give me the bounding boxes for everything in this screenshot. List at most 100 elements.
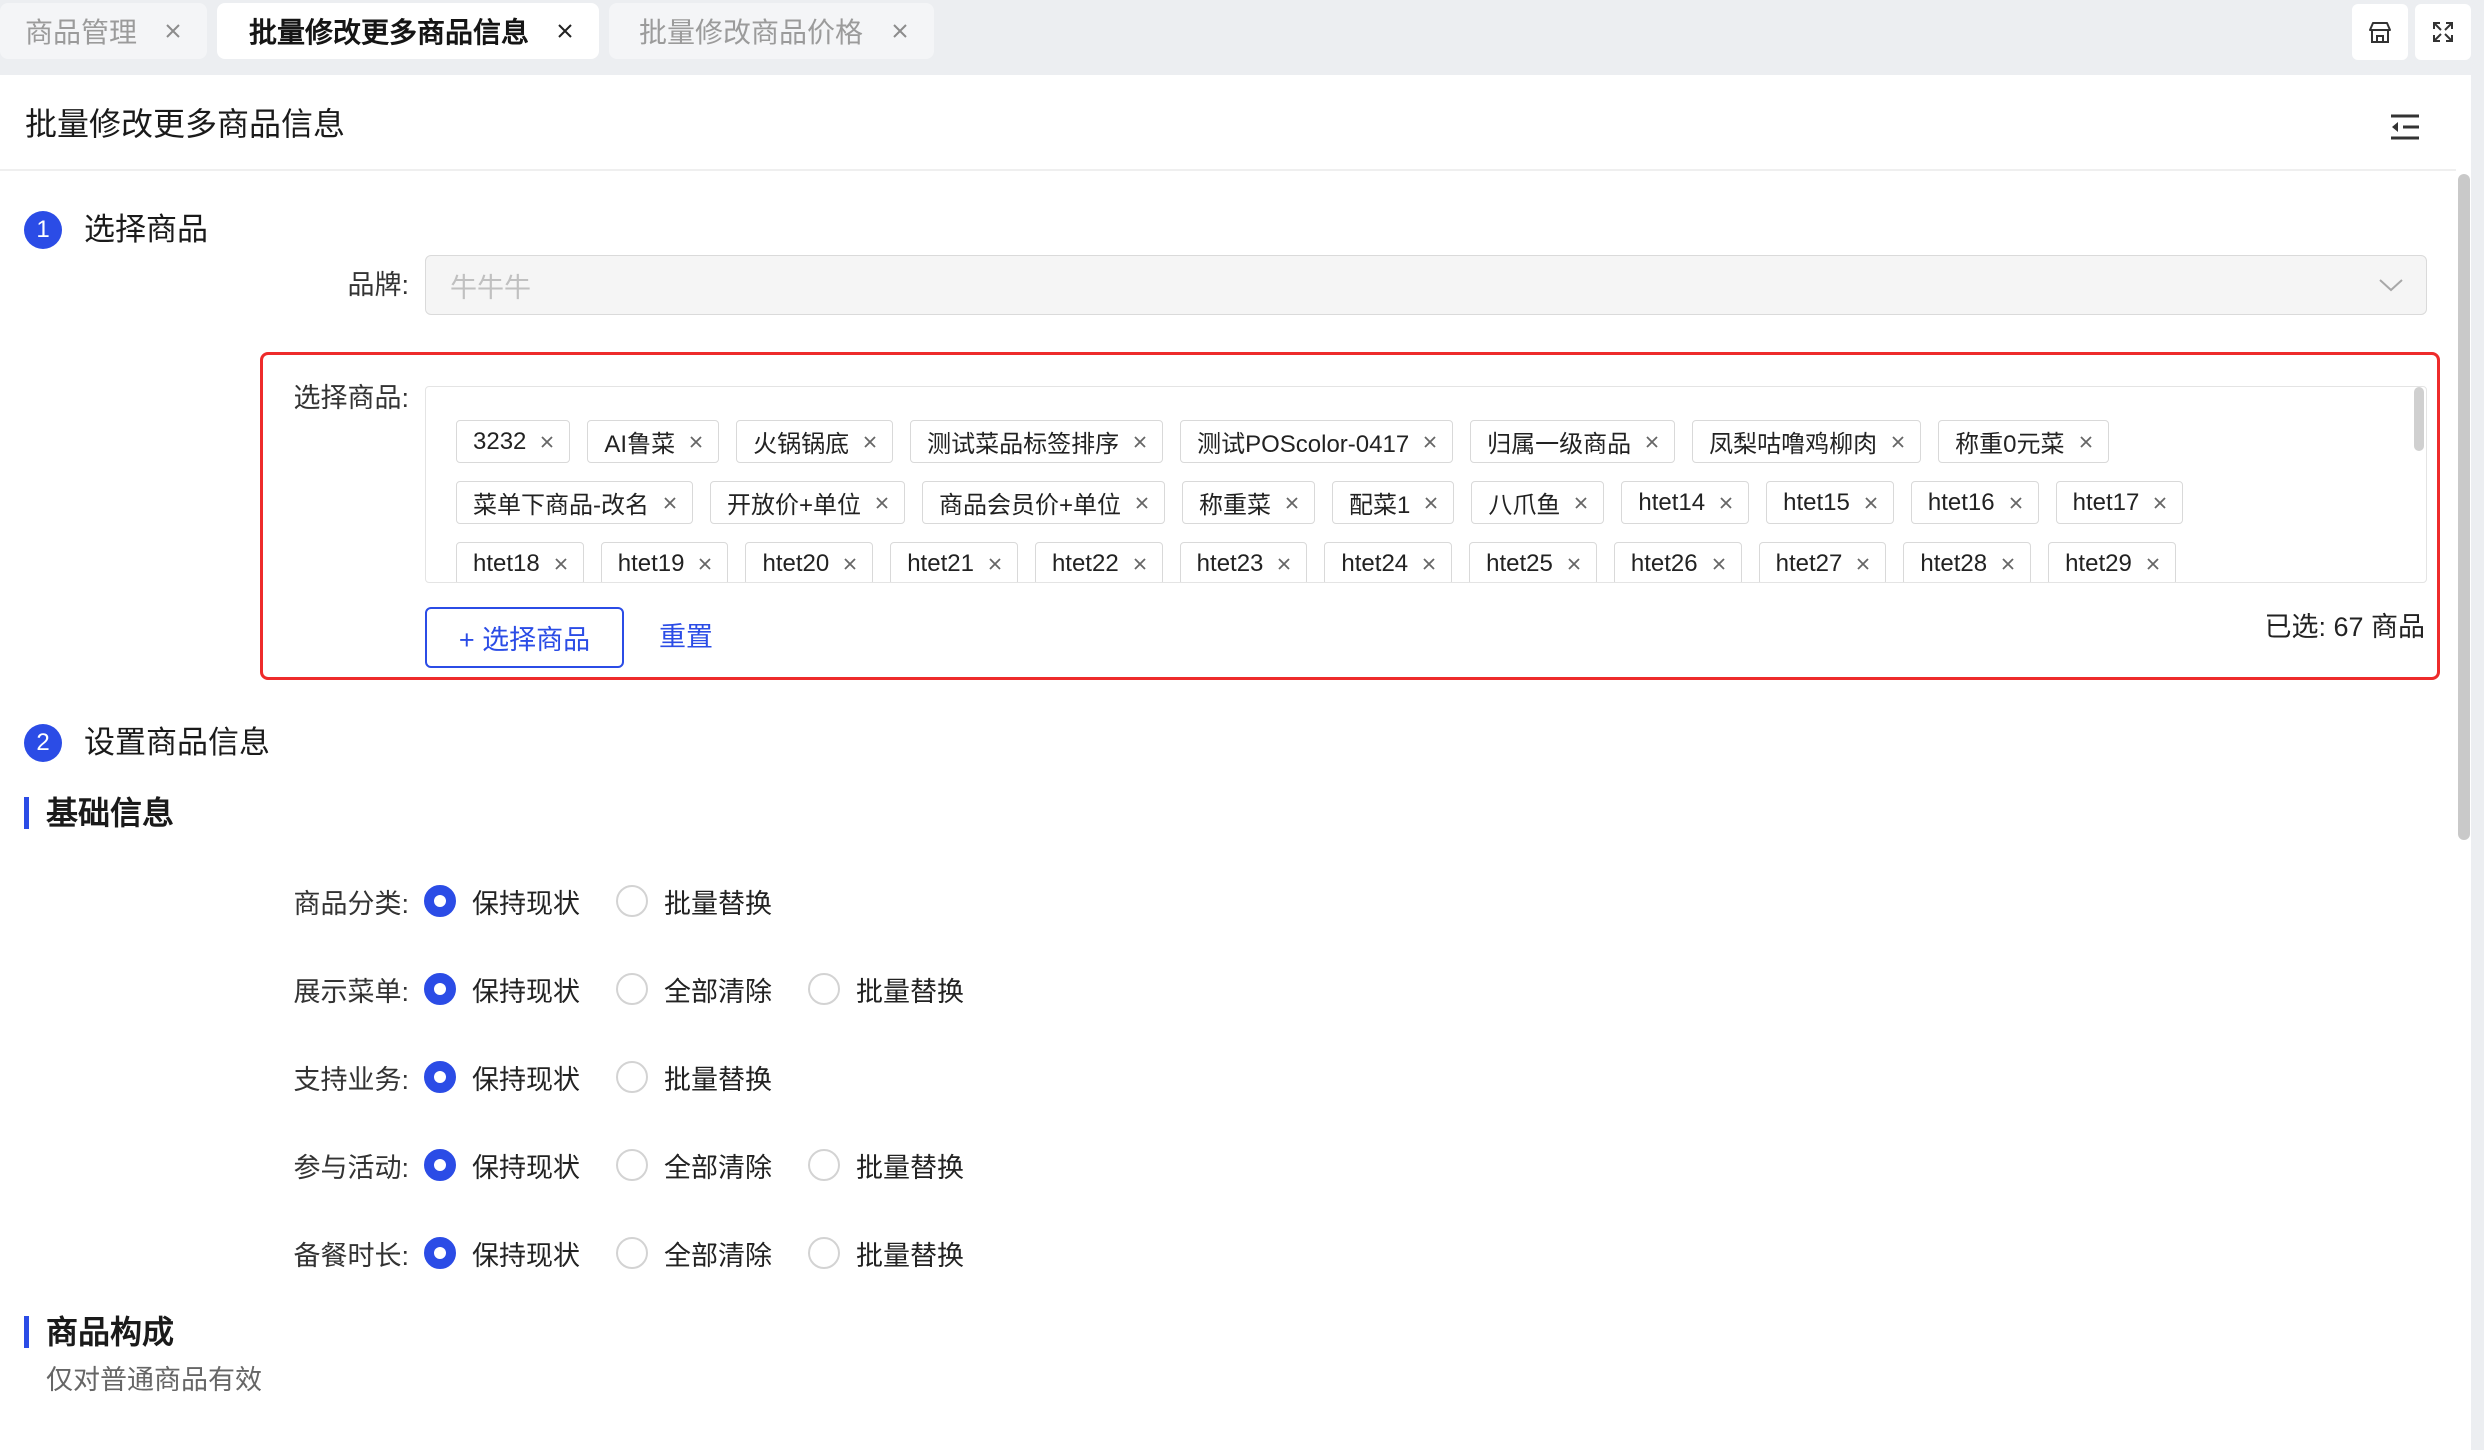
display-menu-option-replace[interactable]: 批量替换 [808,970,1000,1009]
radio-button[interactable] [616,1237,648,1269]
tag-close-icon[interactable] [1277,557,1291,571]
category-label: 商品分类: [293,888,409,919]
tag-row: htet18 htet19 htet20 htet21 htet22 htet23 htet… [456,542,2426,582]
product-tag: 称重菜 [1182,481,1316,524]
tab-close-icon[interactable] [556,22,574,40]
tag-close-icon[interactable] [2009,496,2023,510]
product-tag-label: htet16 [1927,488,1995,516]
product-tag-label: 3232 [473,427,527,455]
tag-close-icon[interactable] [863,435,877,449]
activities-option-replace[interactable]: 批量替换 [808,1146,1000,1185]
prep-time-option-keep[interactable]: 保持现状 [424,1234,616,1273]
tab-close-icon[interactable] [891,22,909,40]
tag-close-icon[interactable] [988,557,1002,571]
tag-close-icon[interactable] [554,557,568,571]
display-menu-option-keep[interactable]: 保持现状 [424,970,616,1009]
field-row-business: 支持业务: 保持现状 批量替换 [0,1033,1000,1121]
step-title-select-products: 选择商品 [84,212,208,247]
tag-close-icon[interactable] [1133,435,1147,449]
radio-button[interactable] [424,973,456,1005]
display-menu-option-clear[interactable]: 全部清除 [616,970,808,1009]
radio-button[interactable] [424,1149,456,1181]
tag-close-icon[interactable] [1422,557,1436,571]
radio-button[interactable] [808,1237,840,1269]
tag-close-icon[interactable] [698,557,712,571]
shop-button[interactable] [2352,4,2408,60]
radio-button[interactable] [616,973,648,1005]
radio-button[interactable] [616,1149,648,1181]
tag-close-icon[interactable] [875,496,889,510]
business-option-replace[interactable]: 批量替换 [616,1058,808,1097]
tag-list-scrollbar[interactable] [2414,387,2424,451]
fullscreen-button[interactable] [2415,4,2471,60]
tag-close-icon[interactable] [689,435,703,449]
tab-product-management[interactable]: 商品管理 [0,3,207,59]
tab-batch-edit-price[interactable]: 批量修改商品价格 [609,3,934,59]
display-menu-label: 展示菜单: [293,976,409,1007]
product-tag-label: 菜单下商品-改名 [473,492,649,519]
radio-button[interactable] [424,885,456,917]
product-tag-label: htet19 [617,549,685,577]
category-option-keep[interactable]: 保持现状 [424,882,616,921]
tag-close-icon[interactable] [663,496,677,510]
radio-button[interactable] [616,885,648,917]
radio-label: 批量替换 [856,1152,964,1183]
product-tag: htet23 [1179,542,1308,582]
tag-close-icon[interactable] [1285,496,1299,510]
product-tag: htet28 [1903,542,2032,582]
tab-bar: 商品管理 批量修改更多商品信息 批量修改商品价格 [0,0,2484,75]
business-option-keep[interactable]: 保持现状 [424,1058,616,1097]
tag-close-icon[interactable] [1423,435,1437,449]
category-option-replace[interactable]: 批量替换 [616,882,808,921]
product-tag: htet15 [1766,481,1894,524]
radio-button[interactable] [424,1061,456,1093]
tab-list: 商品管理 批量修改更多商品信息 批量修改商品价格 [0,3,934,59]
activities-option-keep[interactable]: 保持现状 [424,1146,616,1185]
tag-close-icon[interactable] [2079,435,2093,449]
tag-close-icon[interactable] [2153,496,2167,510]
tab-batch-edit-info[interactable]: 批量修改更多商品信息 [217,3,599,59]
fullscreen-icon [2433,22,2453,42]
prep-time-option-replace[interactable]: 批量替换 [808,1234,1000,1273]
tag-close-icon[interactable] [540,435,554,449]
tag-close-icon[interactable] [1712,557,1726,571]
page-scrollbar[interactable] [2458,174,2470,840]
prep-time-label: 备餐时长: [293,1240,409,1271]
tag-close-icon[interactable] [1856,557,1870,571]
tag-close-icon[interactable] [1135,496,1149,510]
radio-button[interactable] [616,1061,648,1093]
brand-select[interactable]: 牛牛牛 [425,255,2427,315]
radio-button[interactable] [424,1237,456,1269]
tag-close-icon[interactable] [1719,496,1733,510]
tag-close-icon[interactable] [1864,496,1878,510]
product-tag: htet16 [1910,481,2039,524]
product-tag: 开放价+单位 [710,481,906,524]
prep-time-option-clear[interactable]: 全部清除 [616,1234,808,1273]
tag-close-icon[interactable] [1891,435,1905,449]
tag-close-icon[interactable] [843,557,857,571]
activities-option-clear[interactable]: 全部清除 [616,1146,808,1185]
radio-button[interactable] [808,973,840,1005]
select-products-button[interactable]: + 选择商品 [425,607,624,668]
tag-close-icon[interactable] [1574,496,1588,510]
radio-button[interactable] [808,1149,840,1181]
product-tag: htet17 [2055,481,2184,524]
product-tag: htet25 [1469,542,1597,582]
tag-close-icon[interactable] [1567,557,1581,571]
reset-button[interactable]: 重置 [659,620,713,654]
business-radio-group: 保持现状 批量替换 [424,1058,808,1097]
tab-close-icon[interactable] [164,22,182,40]
tag-close-icon[interactable] [1424,496,1438,510]
tag-close-icon[interactable] [1645,435,1659,449]
tag-close-icon[interactable] [2001,557,2015,571]
indent-menu-icon[interactable] [2387,109,2423,145]
field-row-display-menu: 展示菜单: 保持现状 全部清除 批量替换 [0,945,1000,1033]
product-tag: 测试菜品标签排序 [910,420,1164,463]
brand-select-value: 牛牛牛 [450,272,531,303]
product-tag-label: 火锅锅底 [753,431,850,458]
selected-products-tag-list[interactable]: 3232 AI鲁菜 火锅锅底 测试菜品标签排序 测试POScolor-0417 归属一级商… [425,386,2427,583]
product-tag-label: htet28 [1920,549,1988,577]
product-tag-label: 凤梨咕噜鸡柳肉 [1709,431,1878,458]
tag-close-icon[interactable] [1133,557,1147,571]
tag-close-icon[interactable] [2146,557,2160,571]
